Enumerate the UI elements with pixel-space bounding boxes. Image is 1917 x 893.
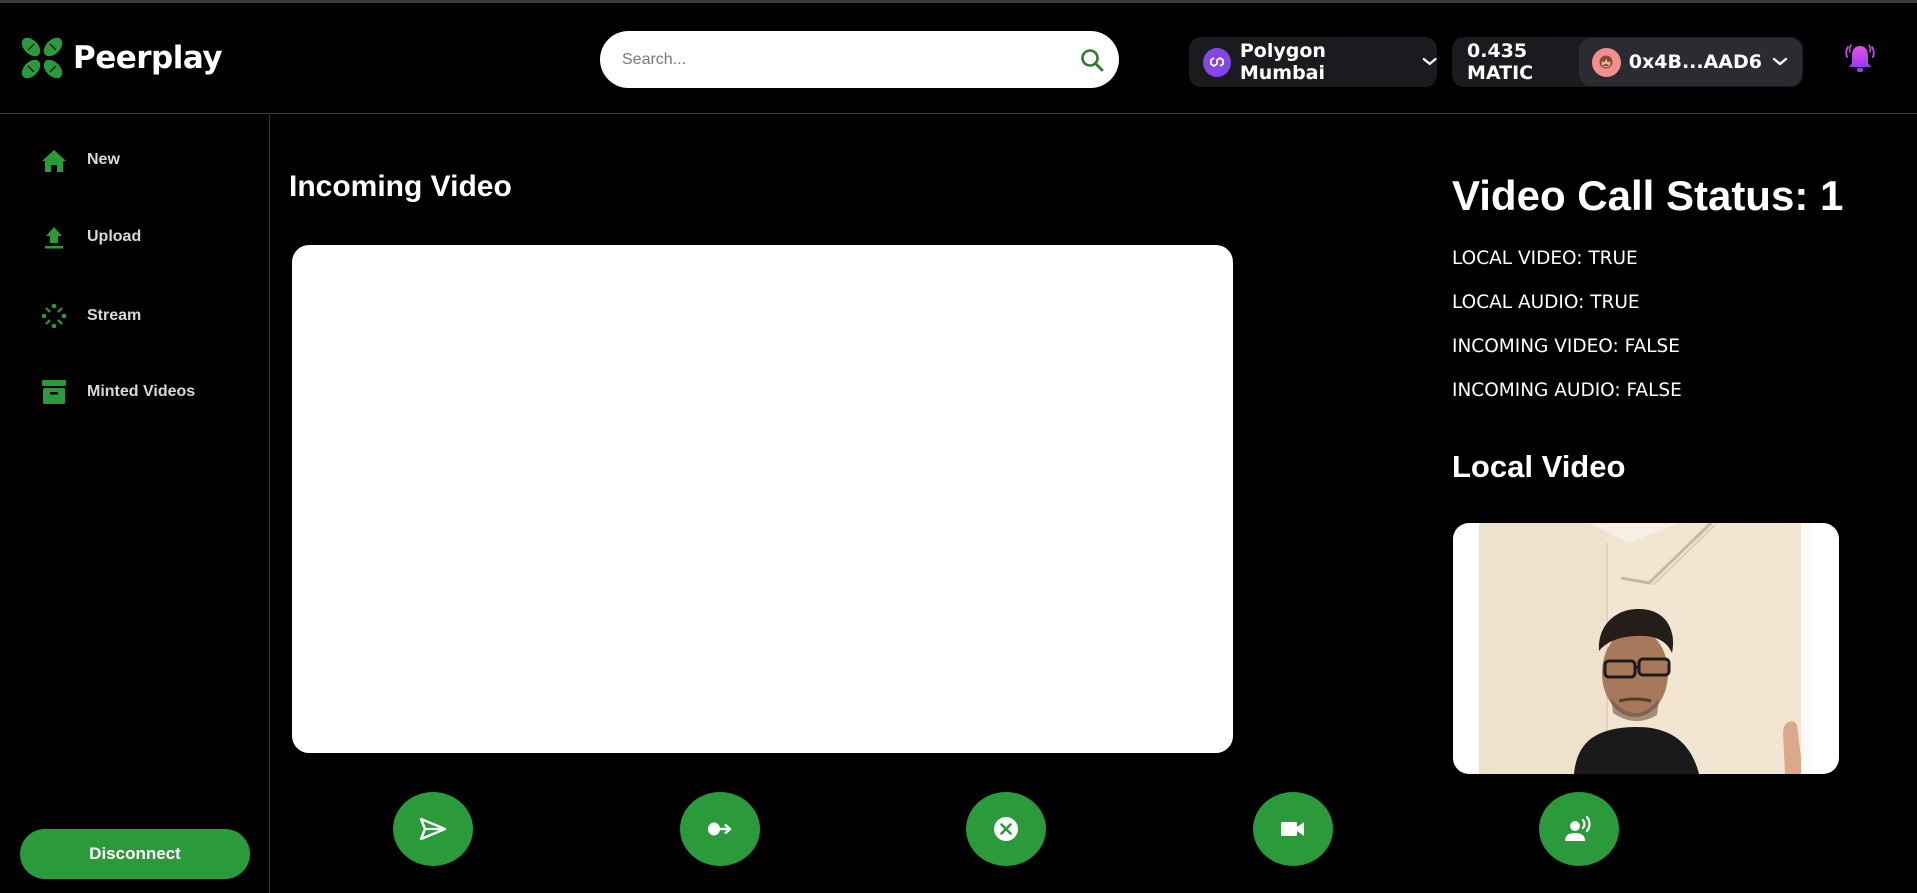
bell-icon[interactable] [1843,41,1877,77]
speaking-person-icon [1565,816,1591,841]
sidebar-item-label: Minted Videos [87,383,196,400]
sidebar-item-label: Stream [87,307,142,324]
upload-icon [40,224,67,251]
disconnect-button[interactable]: Disconnect [20,829,250,879]
close-circle-icon [994,817,1018,841]
search-input[interactable] [622,31,1062,88]
sidebar-item-stream[interactable]: Stream [40,302,141,329]
search-bar [600,31,1119,88]
sidebar-item-new[interactable]: New [40,147,120,174]
incoming-video-title: Incoming Video [289,170,512,203]
wallet-balance: 0.435 MATIC [1467,40,1534,84]
join-button[interactable] [680,792,760,866]
archive-icon [40,378,67,405]
local-audio-status: LOCAL AUDIO: TRUE [1452,292,1640,313]
chevron-down-icon [1422,57,1437,66]
local-video-status: LOCAL VIDEO: TRUE [1452,248,1638,269]
end-call-button[interactable] [966,792,1046,866]
toggle-video-button[interactable] [1253,792,1333,866]
stream-icon [40,302,67,329]
header: Peerplay Polygon Mumbai 0.435 MATIC [0,3,1917,114]
sidebar-item-upload[interactable]: Upload [40,224,141,251]
search-icon[interactable] [1079,47,1105,73]
camera-feed-image [1479,523,1812,774]
network-name: Polygon Mumbai [1239,40,1326,84]
brand-logo[interactable]: Peerplay [19,35,223,81]
sidebar-item-label: New [87,151,120,168]
peerplay-logo-icon [21,37,63,79]
chevron-down-icon [1772,57,1788,66]
incoming-video-player [292,245,1233,753]
home-icon [40,147,67,174]
join-icon [708,822,732,836]
send-icon [419,817,447,841]
send-button[interactable] [393,792,473,866]
sidebar-item-minted-videos[interactable]: Minted Videos [40,378,195,405]
polygon-logo-icon [1203,47,1231,77]
monkey-avatar-icon [1591,47,1621,77]
incoming-audio-status: INCOMING AUDIO: FALSE [1452,380,1682,401]
sidebar: New Upload Stream Minted Videos Disconne… [0,115,270,893]
incoming-video-status: INCOMING VIDEO: FALSE [1452,336,1680,357]
wallet-widget: 0.435 MATIC 0x4B...AAD6 [1452,37,1803,87]
network-selector[interactable]: Polygon Mumbai [1189,37,1437,87]
brand-name: Peerplay [73,40,223,76]
account-address: 0x4B...AAD6 [1628,51,1762,73]
account-button[interactable]: 0x4B...AAD6 [1578,38,1802,86]
local-video-title: Local Video [1452,449,1626,484]
camera-feed [1479,523,1812,774]
video-call-status-title: Video Call Status: 1 [1452,172,1844,219]
local-video-player [1453,523,1839,774]
sidebar-item-label: Upload [87,228,142,245]
video-camera-icon [1281,822,1304,836]
toggle-audio-button[interactable] [1539,792,1619,866]
